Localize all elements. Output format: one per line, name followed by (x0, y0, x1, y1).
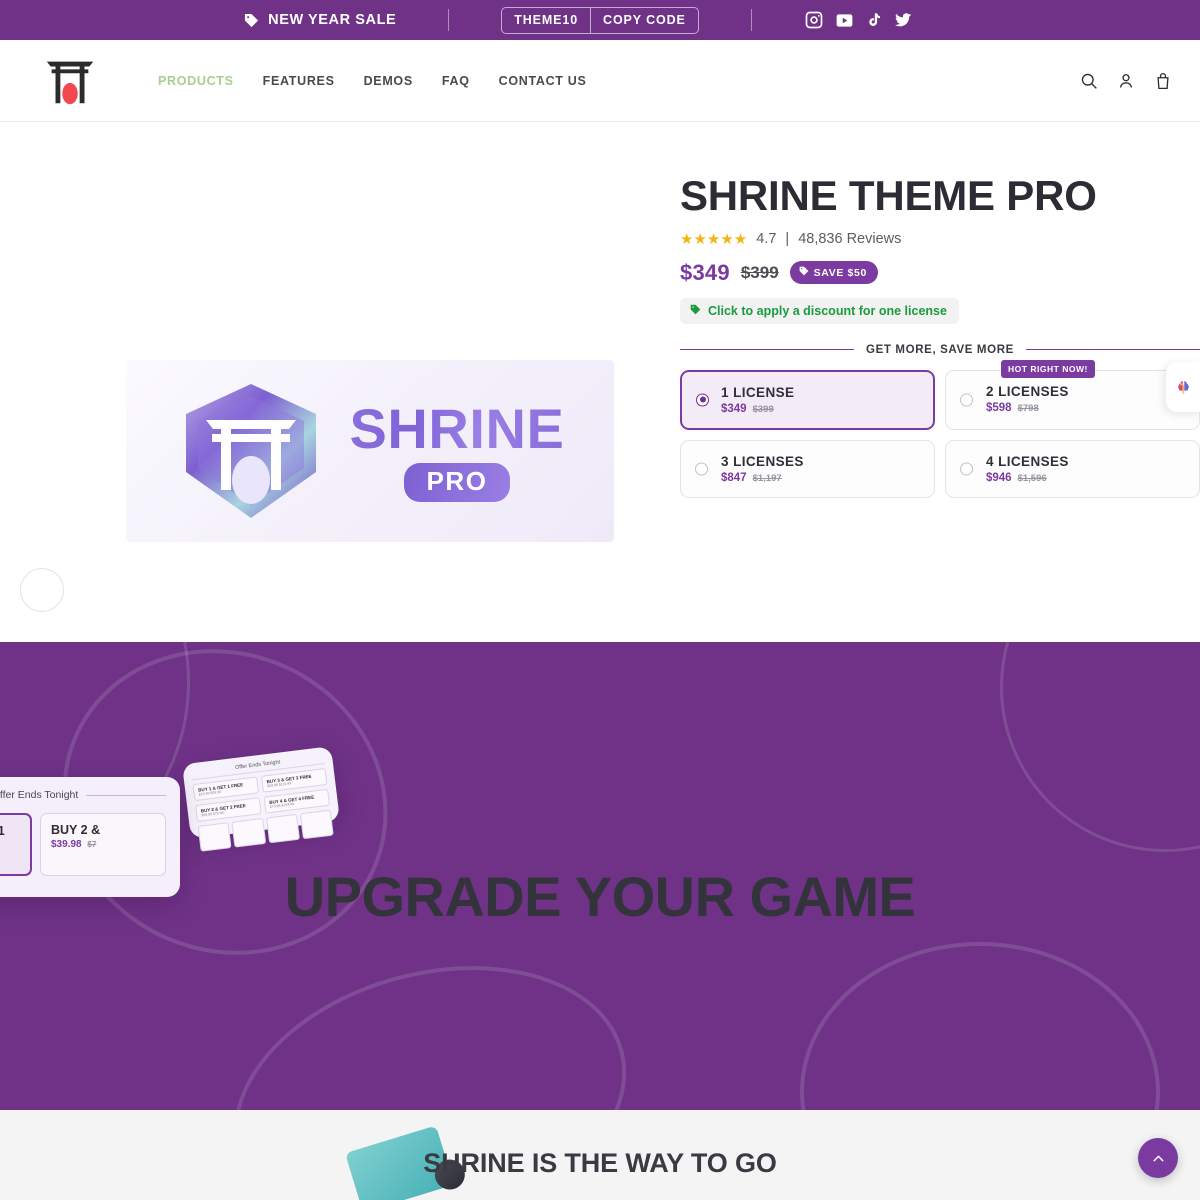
offer-variant-swatch[interactable] (265, 813, 300, 844)
radio-icon[interactable] (960, 393, 973, 407)
license-option-compare: $1,596 (1017, 472, 1047, 484)
site-logo[interactable] (0, 52, 130, 110)
decorative-swirl (1000, 642, 1200, 852)
license-option-label: 2 LICENSES (986, 383, 1069, 399)
decorative-swirl (800, 942, 1160, 1132)
brain-ai-icon (1177, 380, 1189, 394)
license-option-compare: $399 (752, 403, 774, 415)
license-option-label: 1 LICENSE (721, 384, 795, 400)
coupon-code: THEME10 (502, 7, 592, 33)
cart-icon[interactable] (1154, 72, 1172, 90)
shrine-gem-logo (176, 376, 328, 526)
hot-right-now-badge: HOT RIGHT NOW! (1001, 359, 1095, 378)
divider-left (680, 349, 855, 351)
header-actions (1080, 72, 1172, 90)
tiktok-icon[interactable] (865, 11, 883, 29)
page-title: SHRINE THEME PRO (680, 172, 1097, 219)
copy-code-button[interactable]: COPY CODE (591, 8, 698, 33)
gallery-prev-button[interactable] (20, 568, 64, 612)
radio-icon[interactable] (960, 462, 973, 476)
decorative-swirl (203, 924, 657, 1132)
license-option-compare: $1,197 (752, 472, 782, 484)
license-option-price: $847 (721, 471, 747, 484)
tag-icon (799, 266, 809, 279)
star-rating-icon: ★★★★★ (680, 230, 748, 248)
showcase-heading: UPGRADE YOUR GAME (284, 865, 916, 928)
youtube-icon[interactable] (834, 10, 855, 31)
twitter-icon[interactable] (893, 10, 913, 30)
product-image-wordmark: SHRINE (349, 396, 565, 460)
search-icon[interactable] (1080, 72, 1098, 90)
social-links (804, 10, 1104, 31)
scroll-to-top-button[interactable] (1138, 1138, 1178, 1178)
save-badge: SAVE $50 (789, 261, 878, 285)
coupon-widget[interactable]: THEME10 COPY CODE (501, 6, 699, 34)
get-more-save-more-header: GET MORE, SAVE MORE (680, 344, 1200, 356)
tag-icon (244, 13, 259, 28)
announcement-divider-left (448, 9, 450, 31)
announcement-bar: NEW YEAR SALE THEME10 COPY CODE (0, 0, 1200, 40)
license-option-4[interactable]: 4 LICENSES $946 $1,596 (945, 439, 1200, 498)
license-option-3[interactable]: 3 LICENSES $847 $1,197 (680, 439, 935, 498)
license-option-price: $349 (721, 402, 747, 415)
chevron-up-icon (1152, 1155, 1164, 1161)
ai-assistant-widget[interactable] (1166, 362, 1200, 412)
license-option-price: $598 (986, 401, 1012, 414)
tag-icon (690, 304, 701, 318)
showcase-section: Enable color swatches Custom swatch opti… (0, 642, 1200, 1132)
offer-header: Offer Ends Tonight (0, 789, 79, 801)
divider-right (1025, 349, 1200, 351)
license-option-1[interactable]: 1 LICENSE $349 $399 (680, 369, 935, 430)
review-count[interactable]: 48,836 Reviews (798, 231, 901, 247)
account-icon[interactable] (1117, 72, 1135, 90)
price-row: $349 $399 SAVE $50 (680, 260, 1200, 286)
main-navigation: PRODUCTS FEATURES DEMOS FAQ CONTACT US (158, 74, 587, 88)
license-tier-list: 1 LICENSE $349 $399 HOT RIGHT NOW! 2 LIC… (680, 359, 1200, 498)
compare-at-price: $399 (740, 262, 779, 282)
rating-row: ★★★★★ 4.7 | 48,836 Reviews (680, 230, 1200, 248)
get-more-label: GET MORE, SAVE MORE (866, 343, 1014, 356)
product-details: SHRINE THEME PRO ★★★★★ 4.7 | 48,836 Revi… (680, 164, 1200, 642)
nav-item-contact-us[interactable]: CONTACT US (499, 74, 587, 88)
nav-item-products[interactable]: PRODUCTS (158, 74, 234, 88)
nav-item-features[interactable]: FEATURES (263, 74, 335, 88)
offer-option-price: $39.98 (51, 839, 82, 850)
rating-separator: | (785, 230, 790, 247)
announcement-divider-right (750, 9, 752, 31)
radio-icon[interactable] (696, 393, 709, 407)
footer-heading: SHRINE IS THE WAY TO GO (423, 1148, 777, 1178)
product-section: SHRINE PRO SHRINE THEME PRO ★★★★★ 4.7 | … (0, 122, 1200, 642)
current-price: $349 (680, 259, 730, 285)
apply-discount-button[interactable]: Click to apply a discount for one licens… (680, 297, 959, 324)
offer-variant-swatch[interactable] (299, 809, 334, 840)
footer-section: SHRINE IS THE WAY TO GO (0, 1110, 1200, 1200)
offer-variant-swatch[interactable] (197, 822, 232, 852)
save-badge-label: SAVE $50 (813, 266, 867, 279)
site-header: PRODUCTS FEATURES DEMOS FAQ CONTACT US (0, 40, 1200, 122)
product-gallery: SHRINE PRO (0, 164, 680, 642)
license-option-2[interactable]: HOT RIGHT NOW! 2 LICENSES $598 $798 (945, 359, 1200, 430)
nav-item-demos[interactable]: DEMOS (364, 74, 413, 88)
offer-option-title: BUY 2 & (51, 823, 101, 837)
license-option-label: 3 LICENSES (721, 453, 804, 469)
offer-option-compare: $7 (87, 840, 97, 849)
product-image-pro-badge: PRO (404, 462, 510, 502)
instagram-icon[interactable] (804, 10, 824, 30)
license-option-price: $946 (986, 471, 1012, 484)
announcement-label: NEW YEAR SALE (268, 12, 397, 28)
page-root: NEW YEAR SALE THEME10 COPY CODE PRODUCTS… (0, 0, 1200, 1200)
rating-value: 4.7 (756, 230, 777, 247)
offer-variant-swatch[interactable] (231, 817, 266, 848)
license-option-compare: $798 (1017, 402, 1039, 414)
offer-option-title: BUY 1 & GET 1 FREE (0, 824, 5, 838)
license-option-label: 4 LICENSES (986, 453, 1069, 469)
product-image[interactable]: SHRINE PRO (126, 360, 614, 542)
apply-discount-label: Click to apply a discount for one licens… (708, 303, 947, 318)
radio-icon[interactable] (695, 462, 708, 476)
announcement-text-group: NEW YEAR SALE (96, 12, 396, 28)
nav-item-faq[interactable]: FAQ (442, 74, 470, 88)
